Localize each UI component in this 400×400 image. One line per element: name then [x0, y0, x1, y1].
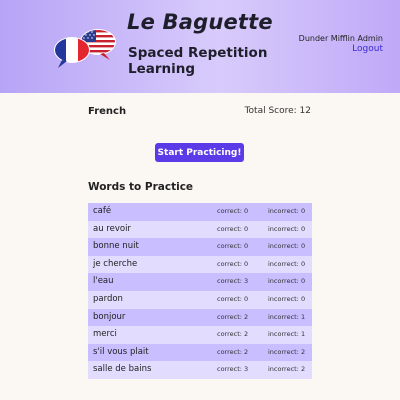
- incorrect-count: incorrect: 0: [268, 294, 306, 303]
- word-row: l'eau correct: 3 incorrect: 0: [88, 273, 312, 291]
- correct-count: correct: 0: [217, 207, 249, 215]
- correct-count: correct: 0: [217, 242, 249, 251]
- word-text: s'il vous plait: [93, 346, 149, 357]
- start-practicing-button[interactable]: Start Practicing!: [155, 143, 244, 162]
- word-text: l'eau: [93, 276, 114, 287]
- language-name: French: [88, 106, 127, 117]
- correct-count: correct: 2: [217, 330, 249, 339]
- word-text: au revoir: [93, 223, 131, 234]
- word-text: salle de bains: [93, 364, 152, 375]
- incorrect-count: incorrect: 0: [268, 207, 306, 215]
- incorrect-count: incorrect: 1: [268, 312, 306, 321]
- word-row: bonne nuit correct: 0 incorrect: 0: [88, 238, 312, 256]
- incorrect-count: incorrect: 0: [268, 242, 306, 251]
- word-row: je cherche correct: 0 incorrect: 0: [88, 255, 312, 274]
- correct-count: correct: 0: [217, 259, 249, 268]
- incorrect-count: incorrect: 0: [268, 224, 306, 233]
- word-row: au revoir correct: 0 incorrect: 0: [88, 220, 312, 239]
- user-name: Dunder Mifflin Admin: [298, 34, 383, 43]
- correct-count: correct: 0: [217, 224, 249, 233]
- incorrect-count: incorrect: 0: [268, 259, 306, 268]
- app-header: Le Baguette Spaced Repetition Learning D…: [0, 0, 400, 93]
- correct-count: correct: 3: [217, 277, 249, 286]
- word-text: merci: [93, 329, 117, 340]
- word-row: merci correct: 2 incorrect: 1: [88, 326, 312, 344]
- app-title: Le Baguette: [127, 10, 273, 34]
- word-row: café correct: 0 incorrect: 0: [88, 203, 312, 221]
- correct-count: correct: 0: [217, 294, 249, 303]
- total-score: Total Score: 12: [244, 106, 311, 116]
- correct-count: correct: 2: [217, 312, 249, 321]
- word-row: s'il vous plait correct: 2 incorrect: 2: [88, 343, 312, 362]
- incorrect-count: incorrect: 1: [268, 330, 306, 339]
- word-row: pardon correct: 0 incorrect: 0: [88, 290, 312, 309]
- logout-link[interactable]: Logout: [352, 44, 383, 54]
- incorrect-count: incorrect: 2: [268, 347, 306, 356]
- word-row: bonjour correct: 2 incorrect: 1: [88, 308, 312, 327]
- words-section-title: Words to Practice: [88, 181, 194, 193]
- word-row: salle de bains correct: 3 incorrect: 2: [88, 361, 312, 379]
- words-list: café correct: 0 incorrect: 0 au revoir c…: [88, 203, 312, 379]
- word-text: café: [93, 206, 112, 216]
- word-text: pardon: [93, 293, 123, 304]
- word-text: bonjour: [93, 311, 126, 322]
- incorrect-count: incorrect: 0: [268, 277, 306, 286]
- french-american-flag-speech-bubbles-icon: [54, 29, 116, 68]
- app-subtitle: Spaced Repetition Learning: [128, 45, 268, 77]
- word-text: je cherche: [93, 258, 138, 269]
- correct-count: correct: 3: [217, 365, 249, 374]
- word-text: bonne nuit: [93, 241, 139, 252]
- incorrect-count: incorrect: 2: [268, 365, 306, 374]
- correct-count: correct: 2: [217, 347, 249, 356]
